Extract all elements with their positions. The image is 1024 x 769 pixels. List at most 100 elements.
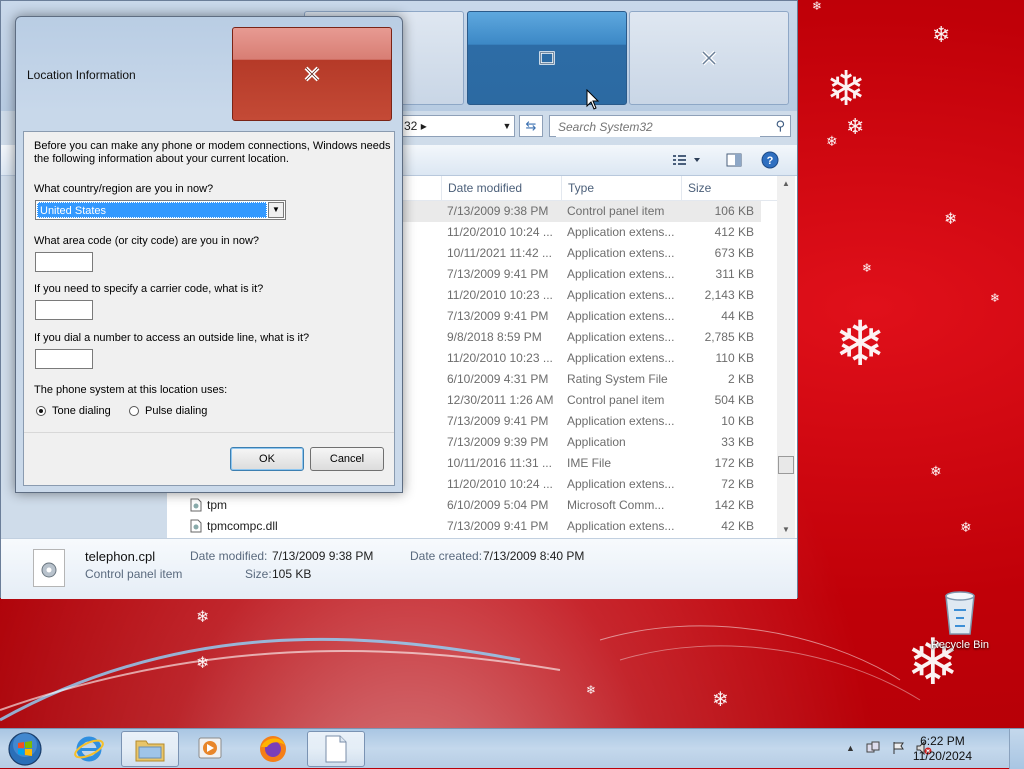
- snowflake-icon: ❄: [834, 310, 886, 379]
- preview-pane-button[interactable]: [723, 151, 745, 169]
- mouse-cursor-icon: [586, 89, 600, 110]
- phone-system-label: The phone system at this location uses:: [34, 384, 228, 396]
- maximize-icon: [539, 51, 555, 65]
- action-center-flag-icon[interactable]: [892, 741, 906, 758]
- tone-dialing-label[interactable]: Tone dialing: [52, 405, 111, 417]
- file-date: 7/13/2009 9:38 PM: [447, 204, 549, 218]
- details-size-value: 105 KB: [272, 567, 312, 581]
- details-file-type: Control panel item: [85, 567, 183, 581]
- intro-line-1: Before you can make any phone or modem c…: [34, 140, 391, 152]
- file-size: 673 KB: [714, 246, 754, 260]
- svg-text:?: ?: [767, 155, 774, 167]
- file-date: 6/10/2009 4:31 PM: [447, 372, 549, 386]
- details-size-label: Size:: [245, 567, 272, 581]
- file-icon: [189, 519, 203, 533]
- vertical-scrollbar[interactable]: ▲ ▼: [777, 176, 795, 538]
- file-size: 42 KB: [721, 519, 754, 533]
- preview-pane-icon: [726, 153, 742, 167]
- chevron-down-icon[interactable]: ▼: [268, 202, 284, 218]
- pulse-dialing-label[interactable]: Pulse dialing: [145, 405, 207, 417]
- network-icon[interactable]: [866, 741, 880, 758]
- blank-window-icon: [325, 735, 347, 763]
- file-type: Application extens...: [567, 267, 675, 281]
- snowflake-icon: ❄: [196, 609, 210, 626]
- close-button[interactable]: [629, 11, 789, 105]
- outside-line-input[interactable]: [35, 349, 93, 369]
- view-options-button[interactable]: [669, 151, 705, 169]
- search-icon[interactable]: ⚲: [775, 118, 785, 134]
- help-button[interactable]: ?: [759, 151, 781, 169]
- refresh-button[interactable]: ⇆: [519, 115, 543, 137]
- file-type: Application extens...: [567, 225, 675, 239]
- address-bar[interactable]: 32 ▸: [397, 115, 515, 137]
- dialog-body: Before you can make any phone or modem c…: [23, 131, 395, 486]
- column-header-date[interactable]: Date modified: [441, 176, 561, 200]
- show-desktop-button[interactable]: [1009, 729, 1024, 769]
- intro-line-2: the following information about your cur…: [34, 153, 289, 165]
- close-icon: [701, 50, 717, 66]
- file-date: 11/20/2010 10:24 ...: [447, 477, 553, 491]
- clock-time: 6:22 PM: [920, 734, 965, 748]
- details-file-name: telephon.cpl: [85, 549, 156, 564]
- file-type: Control panel item: [567, 393, 665, 407]
- taskbar-firefox[interactable]: [244, 731, 302, 767]
- file-date: 10/11/2021 11:42 ...: [447, 246, 552, 260]
- file-date: 9/8/2018 8:59 PM: [447, 330, 542, 344]
- file-icon: [189, 498, 203, 512]
- column-header-size[interactable]: Size: [681, 176, 761, 200]
- file-size: 142 KB: [714, 498, 754, 512]
- pulse-dialing-radio[interactable]: [129, 406, 139, 416]
- column-header-type[interactable]: Type: [561, 176, 681, 200]
- file-size: 2,785 KB: [704, 330, 754, 344]
- maximize-button[interactable]: [467, 11, 627, 105]
- file-type: Application extens...: [567, 288, 675, 302]
- snowflake-icon: ❄: [990, 291, 1001, 305]
- file-date: 7/13/2009 9:41 PM: [447, 309, 549, 323]
- file-name: tpm: [207, 498, 228, 512]
- details-pane: telephon.cpl Control panel item Date mod…: [1, 538, 797, 599]
- taskbar-media-player[interactable]: [182, 731, 240, 767]
- table-row[interactable]: tpm 6/10/2009 5:04 PM Microsoft Comm... 142…: [167, 495, 761, 516]
- file-type: Application extens...: [567, 309, 675, 323]
- carrier-code-input[interactable]: [35, 300, 93, 320]
- area-code-label: What area code (or city code) are you in…: [34, 235, 260, 247]
- file-type: Microsoft Comm...: [567, 498, 665, 512]
- snowflake-icon: ❄: [826, 63, 867, 116]
- file-size: 412 KB: [714, 225, 754, 239]
- file-date: 7/13/2009 9:39 PM: [447, 435, 549, 449]
- file-type: Rating System File: [567, 372, 668, 386]
- file-type: Application extens...: [567, 330, 675, 344]
- file-size: 33 KB: [721, 435, 754, 449]
- start-button[interactable]: [0, 731, 50, 767]
- search-input[interactable]: [556, 117, 760, 137]
- file-size: 44 KB: [721, 309, 754, 323]
- details-modified-value: 7/13/2009 9:38 PM: [272, 549, 374, 563]
- file-type: Application extens...: [567, 519, 675, 533]
- area-code-input[interactable]: [35, 252, 93, 272]
- recycle-bin[interactable]: Recycle Bin: [928, 588, 992, 651]
- file-size: 172 KB: [714, 456, 754, 470]
- chevron-down-icon: ▼: [502, 121, 512, 131]
- file-date: 7/13/2009 9:41 PM: [447, 267, 549, 281]
- table-row[interactable]: tpmcompc.dll 7/13/2009 9:41 PM Application…: [167, 516, 761, 537]
- scroll-up-icon[interactable]: ▲: [777, 176, 795, 192]
- address-dropdown-button[interactable]: ▼: [499, 115, 515, 137]
- scroll-down-icon[interactable]: ▼: [777, 522, 795, 538]
- cancel-button[interactable]: Cancel: [310, 447, 384, 471]
- show-hidden-icons-icon[interactable]: ▲: [846, 743, 855, 753]
- country-select[interactable]: United States ▼: [35, 200, 286, 220]
- dialog-close-button[interactable]: [232, 27, 392, 121]
- taskbar-internet-explorer[interactable]: [60, 731, 118, 767]
- system-clock[interactable]: 6:22 PM 11/20/2024: [913, 734, 972, 764]
- clock-date: 11/20/2024: [912, 749, 972, 763]
- ok-button[interactable]: OK: [230, 447, 304, 471]
- scrollbar-thumb[interactable]: [778, 456, 794, 474]
- file-icon: [33, 549, 65, 587]
- breadcrumb-arrow-icon[interactable]: ▸: [421, 119, 427, 133]
- file-size: 2 KB: [727, 372, 754, 386]
- search-box[interactable]: ⚲: [549, 115, 791, 137]
- taskbar-active-window[interactable]: [307, 731, 365, 767]
- tone-dialing-radio[interactable]: [36, 406, 46, 416]
- internet-explorer-icon: [74, 736, 104, 762]
- taskbar-file-explorer[interactable]: [121, 731, 179, 767]
